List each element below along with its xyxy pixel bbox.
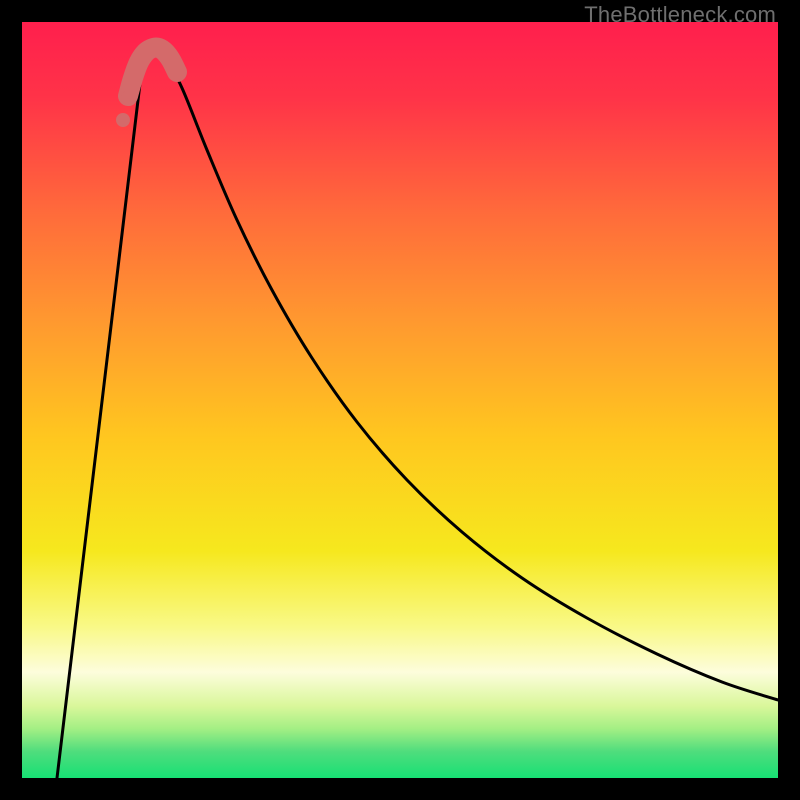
chart-frame: TheBottleneck.com xyxy=(0,0,800,800)
gradient-background xyxy=(22,22,778,778)
chart-svg xyxy=(22,22,778,778)
plot-area xyxy=(22,22,778,778)
marker-dot xyxy=(116,113,130,127)
marker-dot xyxy=(121,90,137,106)
watermark-text: TheBottleneck.com xyxy=(584,2,776,28)
